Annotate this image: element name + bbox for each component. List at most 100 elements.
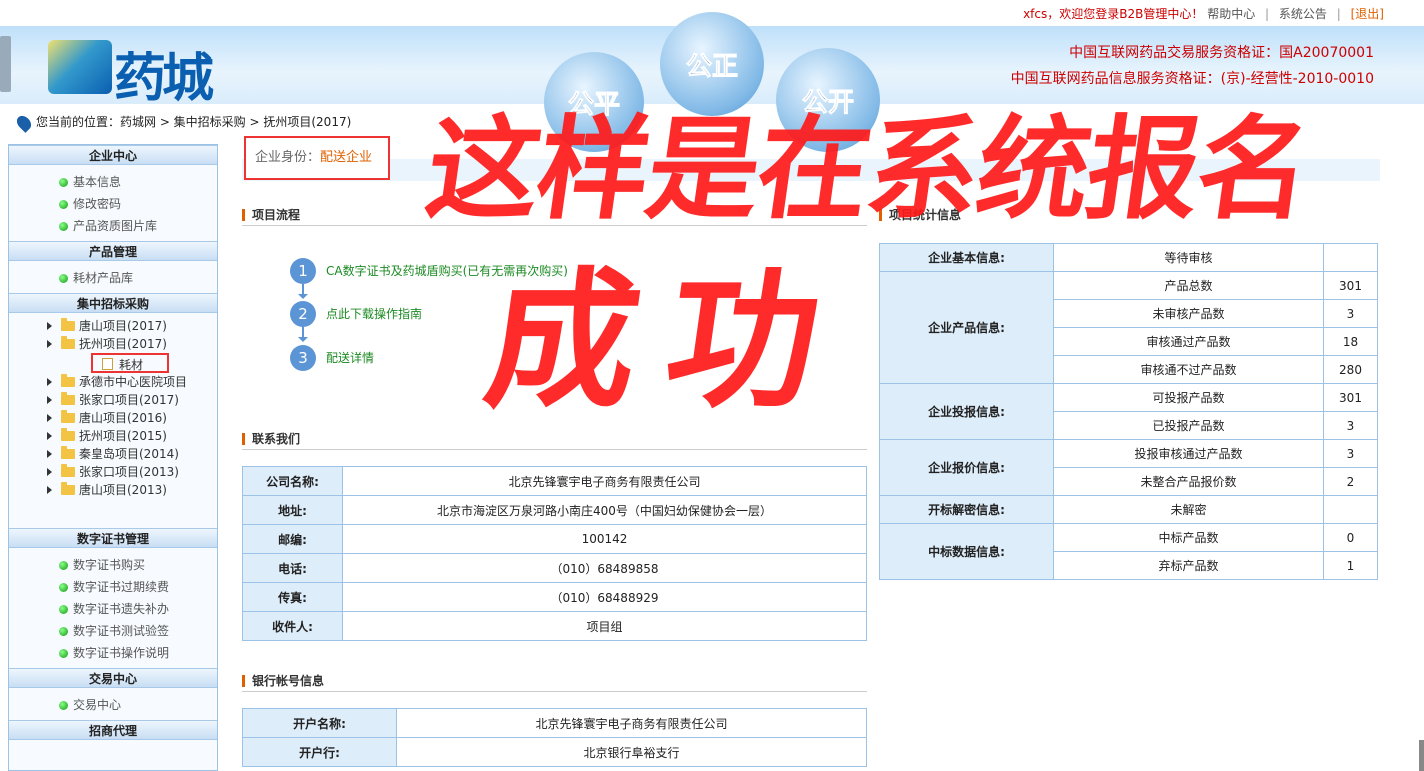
project-tree: 唐山项目(2017) 抚州项目(2017) 耗材 承德市中心医院项目 张家口项目… — [9, 313, 217, 528]
expand-arrow-icon[interactable] — [47, 396, 52, 404]
tree-node[interactable]: 唐山项目(2016) — [9, 409, 217, 427]
system-notice-link[interactable]: 系统公告 — [1279, 7, 1327, 21]
row-key: 收件人: — [242, 611, 343, 641]
identity-value: 配送企业 — [320, 150, 373, 165]
tree-node-label: 唐山项目(2017) — [79, 319, 167, 333]
sidebar-item-cert-buy[interactable]: 数字证书购买 — [9, 554, 217, 576]
table-row: 开户名称: 北京先锋寰宇电子商务有限责任公司 — [242, 708, 867, 738]
scrollbar[interactable] — [1419, 740, 1424, 771]
sidebar-item-label: 基本信息 — [73, 175, 122, 189]
contact-table: 公司名称: 北京先锋寰宇电子商务有限责任公司 地址: 北京市海淀区万泉河路小南庄40… — [242, 466, 867, 641]
green-dot-icon — [59, 178, 68, 187]
sidebar-item-label: 修改密码 — [73, 197, 122, 211]
tree-node[interactable]: 张家口项目(2017) — [9, 391, 217, 409]
table-row: 公司名称: 北京先锋寰宇电子商务有限责任公司 — [242, 466, 867, 496]
separator: | — [1336, 7, 1341, 21]
table-row: 开标解密信息: 未解密 — [879, 495, 1378, 524]
stat-value — [1323, 243, 1378, 272]
stat-name: 弃标产品数 — [1053, 551, 1324, 580]
stat-value: 18 — [1323, 327, 1378, 356]
tree-node[interactable]: 唐山项目(2017) — [9, 317, 217, 335]
tree-node-label: 张家口项目(2013) — [79, 465, 179, 479]
arrow-down-icon — [298, 327, 308, 342]
main-content: 企业身份：配送企业 项目流程 1 CA数字证书及药城盾购买(已有无需再次购买) 2… — [242, 136, 1382, 771]
expand-arrow-icon[interactable] — [47, 378, 52, 386]
sidebar-item-cert-replace[interactable]: 数字证书遗失补办 — [9, 598, 217, 620]
sidebar-section-title: 集中招标采购 — [9, 293, 217, 313]
tree-node[interactable]: 抚州项目(2017) — [9, 335, 217, 353]
row-value: 北京先锋寰宇电子商务有限责任公司 — [396, 708, 867, 738]
expand-arrow-icon[interactable] — [47, 414, 52, 422]
handwritten-annotation-line1: 这样是在系统报名 — [418, 105, 1318, 235]
stat-value: 280 — [1323, 355, 1378, 384]
sidebar-item-label: 数字证书过期续费 — [73, 580, 170, 594]
sidebar-item-consumables-library[interactable]: 耗材产品库 — [9, 267, 217, 289]
expand-arrow-icon[interactable] — [47, 322, 52, 330]
help-center-link[interactable]: 帮助中心 — [1207, 7, 1255, 21]
sidebar-item-trade-center[interactable]: 交易中心 — [9, 694, 217, 716]
tree-node-label: 唐山项目(2016) — [79, 411, 167, 425]
green-dot-icon — [59, 627, 68, 636]
bubble-label: 公正 — [685, 51, 738, 82]
logo-mark-icon — [48, 40, 112, 94]
green-dot-icon — [59, 701, 68, 710]
tree-node[interactable]: 抚州项目(2015) — [9, 427, 217, 445]
expand-arrow-icon[interactable] — [47, 450, 52, 458]
tree-node[interactable]: 唐山项目(2013) — [9, 481, 217, 499]
stats-table: 企业基本信息: 等待审核 企业产品信息: 产品总数 301 未审核产品数 3 审核通过产… — [879, 243, 1378, 580]
sidebar-list: 耗材产品库 — [9, 261, 217, 293]
collapse-handle[interactable] — [0, 36, 11, 92]
sidebar-list: 基本信息 修改密码 产品资质图片库 — [9, 165, 217, 241]
expand-arrow-icon[interactable] — [47, 340, 52, 348]
row-key: 邮编: — [242, 524, 343, 554]
tree-leaf-consumables[interactable]: 耗材 — [91, 353, 169, 373]
logout-link[interactable]: [退出] — [1351, 7, 1384, 21]
table-row: 中标数据信息: 中标产品数 0 — [879, 523, 1378, 580]
sidebar-item-image-library[interactable]: 产品资质图片库 — [9, 215, 217, 237]
tree-node[interactable]: 承德市中心医院项目 — [9, 373, 217, 391]
sidebar-item-cert-test[interactable]: 数字证书测试验签 — [9, 620, 217, 642]
expand-arrow-icon[interactable] — [47, 486, 52, 494]
row-value: 100142 — [342, 524, 867, 554]
stat-value — [1323, 495, 1378, 524]
expand-arrow-icon[interactable] — [47, 432, 52, 440]
folder-icon — [61, 482, 75, 495]
identity-box: 企业身份：配送企业 — [244, 136, 390, 180]
sidebar-item-basic-info[interactable]: 基本信息 — [9, 171, 217, 193]
expand-arrow-icon[interactable] — [47, 468, 52, 476]
sidebar-item-cert-renew[interactable]: 数字证书过期续费 — [9, 576, 217, 598]
sidebar-item-change-password[interactable]: 修改密码 — [9, 193, 217, 215]
row-value: 项目组 — [342, 611, 867, 641]
bank-table: 开户名称: 北京先锋寰宇电子商务有限责任公司 开户行: 北京银行阜裕支行 — [242, 708, 867, 767]
stat-value: 3 — [1323, 439, 1378, 468]
group-label: 企业投报信息: — [879, 383, 1054, 440]
stat-value: 2 — [1323, 467, 1378, 496]
stat-value: 3 — [1323, 411, 1378, 440]
row-key: 开户行: — [242, 737, 397, 767]
sidebar-item-cert-guide[interactable]: 数字证书操作说明 — [9, 642, 217, 664]
table-row: 地址: 北京市海淀区万泉河路小南庄400号（中国妇幼保健协会一层） — [242, 495, 867, 525]
stat-value: 301 — [1323, 383, 1378, 412]
sidebar-section-title: 招商代理 — [9, 720, 217, 740]
row-key: 电话: — [242, 553, 343, 583]
row-key: 传真: — [242, 582, 343, 612]
stat-value: 1 — [1323, 551, 1378, 580]
site-logo[interactable]: 药城 — [48, 34, 248, 109]
handwritten-annotation-line2: 成功 — [475, 255, 861, 429]
stat-name: 审核通过产品数 — [1053, 327, 1324, 356]
tree-node-label: 秦皇岛项目(2014) — [79, 447, 179, 461]
tree-node[interactable]: 张家口项目(2013) — [9, 463, 217, 481]
sidebar-section-title: 产品管理 — [9, 241, 217, 261]
location-pin-icon — [14, 112, 34, 133]
step-label[interactable]: 配送详情 — [326, 345, 374, 371]
row-value: （010）68488929 — [342, 582, 867, 612]
stat-name: 未审核产品数 — [1053, 299, 1324, 328]
group-label: 开标解密信息: — [879, 495, 1054, 524]
step-label[interactable]: 点此下载操作指南 — [326, 301, 422, 327]
row-value: 北京银行阜裕支行 — [396, 737, 867, 767]
group-label: 中标数据信息: — [879, 523, 1054, 580]
table-row: 企业产品信息: 产品总数 301 — [879, 271, 1378, 384]
tree-node[interactable]: 秦皇岛项目(2014) — [9, 445, 217, 463]
green-dot-icon — [59, 200, 68, 209]
contact-title: 联系我们 — [242, 428, 867, 450]
